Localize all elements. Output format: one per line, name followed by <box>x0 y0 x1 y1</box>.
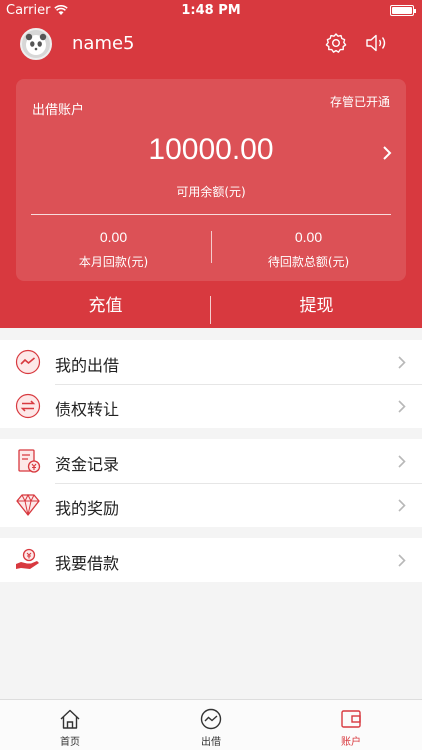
menu-label: 资金记录 <box>55 455 120 474</box>
menu-group-borrow: 我要借款 <box>0 538 422 582</box>
available-balance: 10000.00 <box>148 133 274 166</box>
chevron-right-icon <box>398 554 406 567</box>
chevron-right-icon <box>398 400 406 413</box>
menu-item-debt-transfer[interactable]: 债权转让 <box>0 384 422 428</box>
stat-label: 本月回款(元) <box>78 255 149 269</box>
custody-status: 存管已开通 <box>329 95 390 109</box>
balance-label: 可用余额(元) <box>176 185 246 199</box>
wallet-icon <box>341 710 361 728</box>
chevron-right-icon <box>398 455 406 468</box>
monthly-return-stat: 0.00 本月回款(元) <box>16 229 211 270</box>
menu-item-my-lending[interactable]: 我的出借 <box>0 340 422 384</box>
status-time: 1:48 PM <box>181 3 241 18</box>
tab-home[interactable]: 首页 <box>40 708 100 748</box>
tab-lending[interactable]: 出借 <box>181 708 241 748</box>
diamond-icon <box>16 493 40 516</box>
pending-return-stat: 0.00 待回款总额(元) <box>211 229 406 270</box>
menu-group-invest: 我的出借 债权转让 <box>0 340 422 428</box>
home-icon <box>60 709 80 729</box>
withdraw-button[interactable]: 提现 <box>211 290 422 322</box>
tab-label: 账户 <box>341 737 361 748</box>
menu-group-records: 资金记录 我的奖励 <box>0 439 422 527</box>
battery-icon <box>390 5 416 16</box>
trend-icon <box>200 708 222 730</box>
account-header: Carrier 1:48 PM name5 出借账户 存管已开通 10000.0… <box>0 0 422 328</box>
chevron-right-icon[interactable] <box>382 145 392 161</box>
trend-chart-icon <box>15 349 41 375</box>
chevron-right-icon <box>398 356 406 369</box>
menu-label: 我的奖励 <box>55 499 120 518</box>
tab-label: 出借 <box>201 737 221 748</box>
tab-label: 首页 <box>60 737 80 748</box>
recharge-button[interactable]: 充值 <box>0 290 211 322</box>
status-bar: Carrier 1:48 PM <box>0 0 422 22</box>
stat-label: 待回款总额(元) <box>267 255 350 269</box>
divider <box>31 214 391 215</box>
menu-item-borrow[interactable]: 我要借款 <box>0 538 422 582</box>
loan-hand-icon <box>16 548 39 569</box>
speaker-icon[interactable] <box>364 32 388 54</box>
fund-record-icon <box>18 449 41 473</box>
menu-item-fund-records[interactable]: 资金记录 <box>0 439 422 483</box>
chevron-right-icon <box>398 499 406 512</box>
stat-value: 0.00 <box>294 229 323 245</box>
account-card[interactable]: 出借账户 存管已开通 10000.00 可用余额(元) 0.00 本月回款(元)… <box>16 79 406 281</box>
menu-item-my-rewards[interactable]: 我的奖励 <box>0 483 422 527</box>
avatar[interactable] <box>20 28 52 60</box>
menu-label: 我要借款 <box>55 554 120 573</box>
settings-gear-icon[interactable] <box>325 32 347 54</box>
menu-label: 债权转让 <box>55 400 120 419</box>
tab-account[interactable]: 账户 <box>321 708 381 748</box>
menu-label: 我的出借 <box>55 356 120 375</box>
card-title: 出借账户 <box>32 103 85 118</box>
transfer-icon <box>15 393 41 419</box>
tab-bar: 首页 出借 账户 <box>0 699 422 750</box>
username: name5 <box>72 33 135 54</box>
panda-avatar-icon <box>25 33 47 55</box>
stat-value: 0.00 <box>99 229 128 245</box>
